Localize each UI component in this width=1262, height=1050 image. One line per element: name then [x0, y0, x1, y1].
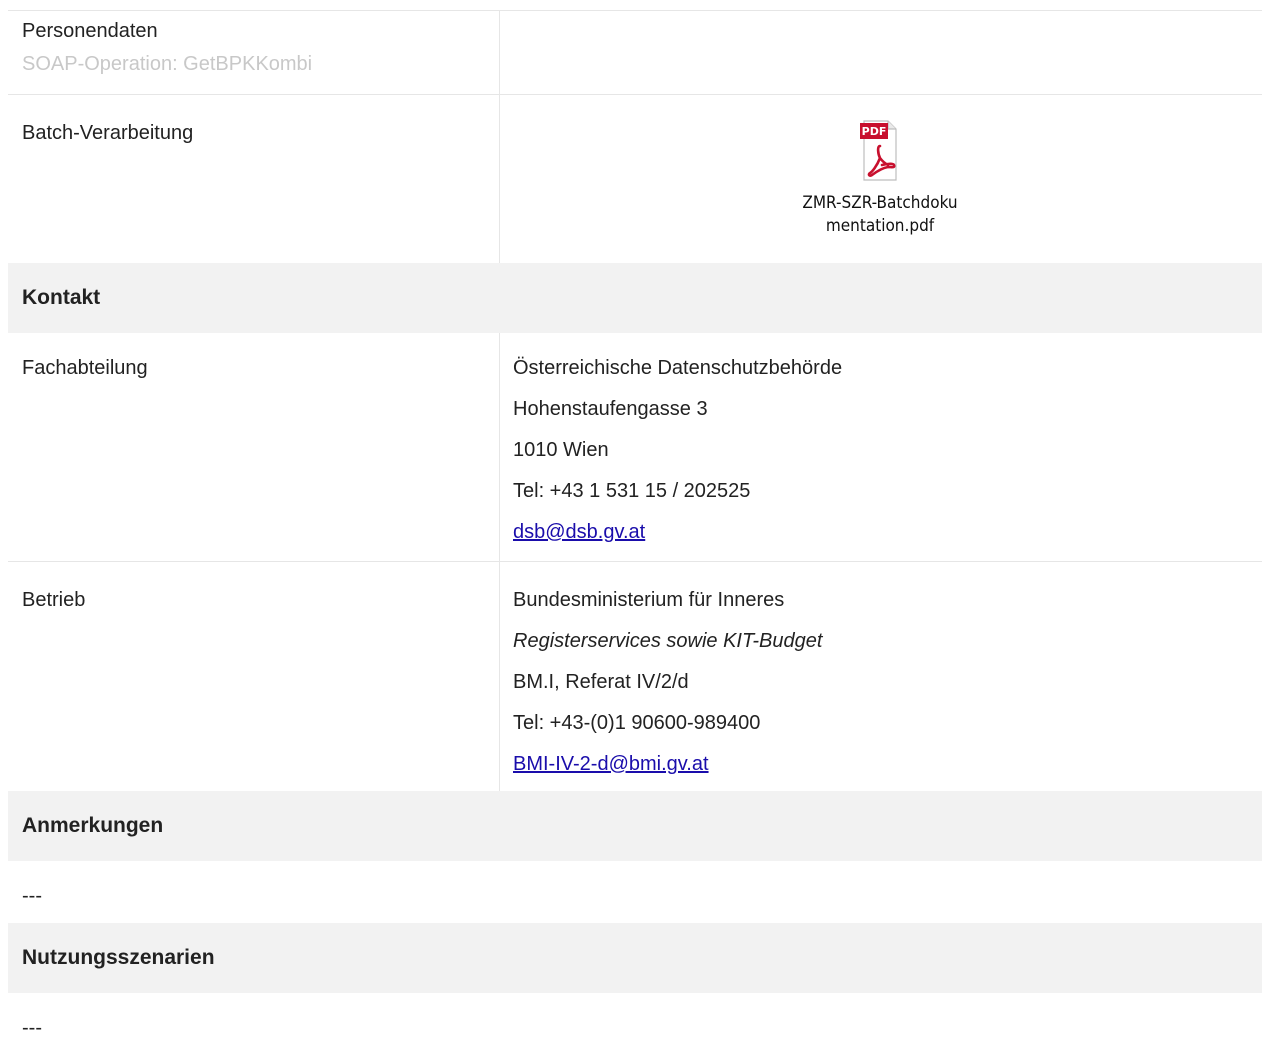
batch-row: Batch-Verarbeitung	[8, 94, 1262, 263]
fachabteilung-email-link[interactable]: dsb@dsb.gv.at	[513, 521, 645, 543]
fachabteilung-row: Fachabteilung Österreichische Datenschut…	[8, 333, 1262, 562]
anmerkungen-heading: Anmerkungen	[8, 791, 1262, 861]
betrieb-unit: Registerservices sowie KIT-Budget	[513, 630, 823, 652]
anmerkungen-heading-text: Anmerkungen	[22, 814, 164, 837]
pdf-file-name[interactable]: ZMR-SZR-Batchdoku mentation.pdf	[760, 192, 1000, 238]
pdf-file-name-line-1: ZMR-SZR-Batchdoku	[802, 193, 958, 213]
nutzungsszenarien-text: ---	[22, 1017, 42, 1039]
batch-label-cell: Batch-Verarbeitung	[8, 95, 500, 263]
nutzungsszenarien-heading: Nutzungsszenarien	[8, 923, 1262, 993]
anmerkungen-text: ---	[22, 885, 42, 907]
fachabteilung-tel: Tel: +43 1 531 15 / 202525	[513, 480, 751, 502]
fachabteilung-label: Fachabteilung	[22, 357, 148, 379]
fachabteilung-name: Österreichische Datenschutzbehörde	[513, 357, 843, 379]
svg-text:PDF: PDF	[862, 125, 887, 138]
kontakt-heading-text: Kontakt	[22, 286, 101, 309]
fachabteilung-street: Hohenstaufengasse 3	[513, 398, 708, 420]
betrieb-referat: BM.I, Referat IV/2/d	[513, 671, 689, 693]
pdf-icon: PDF	[860, 120, 897, 181]
pdf-file-name-line-2: mentation.pdf	[825, 216, 935, 236]
personendaten-label-cell: Personendaten SOAP-Operation: GetBPKKomb…	[8, 11, 500, 95]
personendaten-row: Personendaten SOAP-Operation: GetBPKKomb…	[8, 10, 1262, 95]
betrieb-tel: Tel: +43-(0)1 90600-989400	[513, 712, 761, 734]
betrieb-email-link[interactable]: BMI-IV-2-d@bmi.gv.at	[513, 753, 709, 775]
fachabteilung-value-cell: Österreichische Datenschutzbehörde Hohen…	[500, 333, 1262, 562]
batch-label: Batch-Verarbeitung	[22, 122, 194, 144]
page: Personendaten SOAP-Operation: GetBPKKomb…	[0, 0, 1262, 1050]
betrieb-label-cell: Betrieb	[8, 562, 500, 791]
personendaten-value-cell	[500, 11, 1262, 95]
betrieb-label: Betrieb	[22, 589, 86, 611]
betrieb-name: Bundesministerium für Inneres	[513, 589, 785, 611]
nutzungsszenarien-heading-text: Nutzungsszenarien	[22, 946, 215, 969]
fachabteilung-label-cell: Fachabteilung	[8, 333, 500, 562]
betrieb-row: Betrieb Bundesministerium für Inneres Re…	[8, 561, 1262, 791]
betrieb-value-cell: Bundesministerium für Inneres Registerse…	[500, 562, 1262, 791]
fachabteilung-city: 1010 Wien	[513, 439, 609, 461]
pdf-attachment[interactable]: PDF ZMR-SZR-Batchdoku mentation.pdf	[760, 120, 1000, 238]
kontakt-heading: Kontakt	[8, 263, 1262, 333]
soap-operation-label: SOAP-Operation: GetBPKKombi	[22, 53, 313, 75]
personendaten-label: Personendaten	[22, 20, 158, 42]
